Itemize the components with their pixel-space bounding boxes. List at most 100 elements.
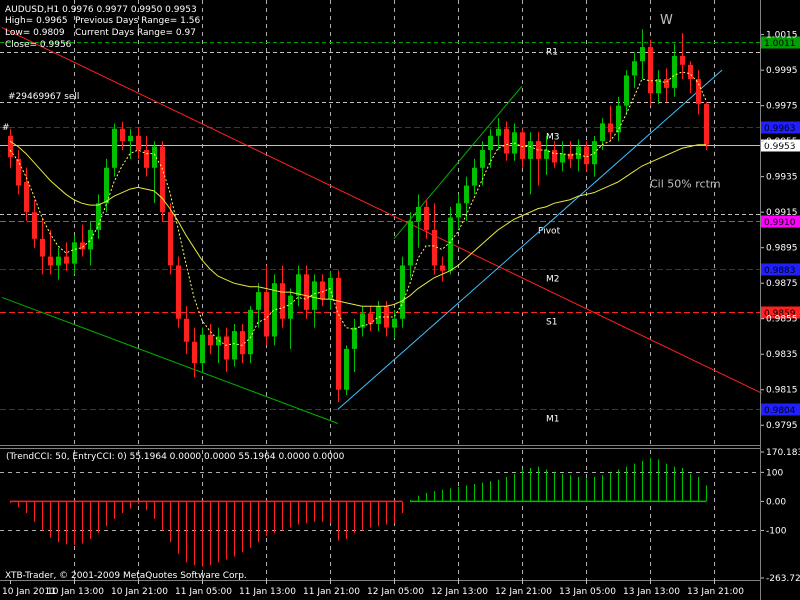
candle-bear xyxy=(16,158,21,186)
candle-bull xyxy=(344,348,349,390)
candle-bull xyxy=(312,281,317,310)
peak-label: W xyxy=(660,13,673,28)
candle-bear xyxy=(48,256,53,266)
target-label: Cil 50% rctm xyxy=(650,177,721,190)
high-label: High= 0.9965 xyxy=(5,16,68,26)
x-tick-label: 13 Jan 21:00 xyxy=(687,587,744,597)
x-tick-label: 12 Jan 21:00 xyxy=(495,587,552,597)
candle-bull xyxy=(152,146,157,168)
candle-bear xyxy=(264,292,269,337)
candle-bull xyxy=(528,141,533,159)
candle-bear xyxy=(176,265,181,319)
candle-bear xyxy=(688,64,693,80)
x-tick-label: 11 Jan 13:00 xyxy=(239,587,296,597)
candle-bull xyxy=(112,128,117,168)
y-tick-label: 0.9815 xyxy=(766,386,798,396)
candle-bear xyxy=(304,274,309,310)
level-s1-label: S1 xyxy=(546,318,557,328)
level-pivot-tag: 0.9910 xyxy=(764,218,796,228)
candle-bull xyxy=(408,221,413,266)
y-tick-label: 0.9795 xyxy=(766,421,798,431)
candle-bear xyxy=(192,341,197,364)
candle-bear xyxy=(136,135,141,151)
candle-bear xyxy=(120,128,125,142)
copyright-label: XTB-Trader, © 2001-2009 MetaQuotes Softw… xyxy=(5,571,247,581)
candle-bull xyxy=(232,331,237,360)
candle-bull xyxy=(600,123,605,142)
x-tick-label: 11 Jan 05:00 xyxy=(175,587,232,597)
close-label: Close= 0.9956 xyxy=(5,40,72,50)
candle-bear xyxy=(520,132,525,159)
candle-bear xyxy=(64,256,69,264)
candle-bull xyxy=(392,318,397,328)
level-pivot-label: Pivot xyxy=(538,227,561,237)
level-m2-tag: 0.9883 xyxy=(764,266,796,276)
candle-bear xyxy=(144,150,149,168)
candle-bear xyxy=(24,182,29,213)
level-m3-tag: 0.9963 xyxy=(764,124,796,134)
y-tick-label: 0.9995 xyxy=(766,66,798,76)
y-tick-label: 0.9975 xyxy=(766,102,798,112)
y-tick-label: 0.9955 xyxy=(766,137,798,147)
candle-bull xyxy=(128,135,133,142)
level-m1-label: M1 xyxy=(546,415,560,425)
y-tick-label: 0.9855 xyxy=(766,315,798,325)
candle-bull xyxy=(248,309,253,355)
candle-bull xyxy=(488,135,493,151)
low-label: Low= 0.9809 xyxy=(5,28,65,38)
ind-tick-label: 170.1836 xyxy=(766,448,800,458)
candle-bear xyxy=(696,79,701,104)
ind-tick-label: -263.723 xyxy=(766,574,800,584)
candle-bull xyxy=(352,327,357,349)
candle-bear xyxy=(552,150,557,163)
y-tick-label: 0.9915 xyxy=(766,208,798,218)
candle-bull xyxy=(376,306,381,325)
candle-bear xyxy=(224,336,229,360)
candle-bull xyxy=(288,295,293,319)
curr-range-label: Current Days Range= 0.97 xyxy=(75,28,196,38)
candle-bear xyxy=(320,281,325,300)
quote-line: AUDUSD,H1 0.9976 0.9977 0.9950 0.9953 xyxy=(5,5,197,15)
candle-bull xyxy=(88,229,93,250)
candle-bull xyxy=(72,242,77,264)
candle-bear xyxy=(168,212,173,266)
candle-bear xyxy=(368,313,373,325)
candle-bear xyxy=(664,79,669,88)
candle-bull xyxy=(640,47,645,62)
candle-bear xyxy=(504,128,509,154)
ind-tick-label: 100 xyxy=(766,468,783,478)
candle-bull xyxy=(480,150,485,168)
candle-bear xyxy=(280,283,285,319)
candle-bull xyxy=(672,55,677,88)
x-tick-label: 12 Jan 13:00 xyxy=(431,587,488,597)
chart-window: R11.0011M30.99630.9953Pivot0.9910M20.988… xyxy=(0,0,800,600)
prev-range-label: Previous Days Range= 1.56 xyxy=(75,16,200,26)
candle-bull xyxy=(624,75,629,106)
candle-bull xyxy=(448,217,453,271)
candle-bear xyxy=(208,334,213,346)
candle-bear xyxy=(440,265,445,271)
ind-tick-label: -100 xyxy=(766,526,787,536)
candle-bull xyxy=(464,185,469,204)
y-tick-label: 0.9895 xyxy=(766,244,798,254)
candle-bear xyxy=(432,229,437,266)
candle-bear xyxy=(8,135,13,158)
candle-bear xyxy=(160,146,165,213)
level-m1-tag: 0.9804 xyxy=(764,406,796,416)
candle-bear xyxy=(608,123,613,133)
candle-bull xyxy=(256,292,261,310)
candle-bear xyxy=(32,212,37,239)
candle-bull xyxy=(296,274,301,296)
candle-bull xyxy=(56,256,61,266)
ind-tick-label: 0.00 xyxy=(766,497,786,507)
candle-bull xyxy=(472,167,477,186)
x-tick-label: 13 Jan 05:00 xyxy=(559,587,616,597)
level-m3-label: M3 xyxy=(546,133,560,143)
y-tick-label: 0.9835 xyxy=(766,350,798,360)
candle-bull xyxy=(560,153,565,163)
candle-bear xyxy=(680,55,685,65)
candle-bear xyxy=(704,103,709,145)
y-tick-label: 0.9935 xyxy=(766,173,798,183)
indicator-title: (TrendCCI: 50, EntryCCI: 0) 55.1964 0.00… xyxy=(6,452,345,462)
x-tick-label: 13 Jan 13:00 xyxy=(623,587,680,597)
